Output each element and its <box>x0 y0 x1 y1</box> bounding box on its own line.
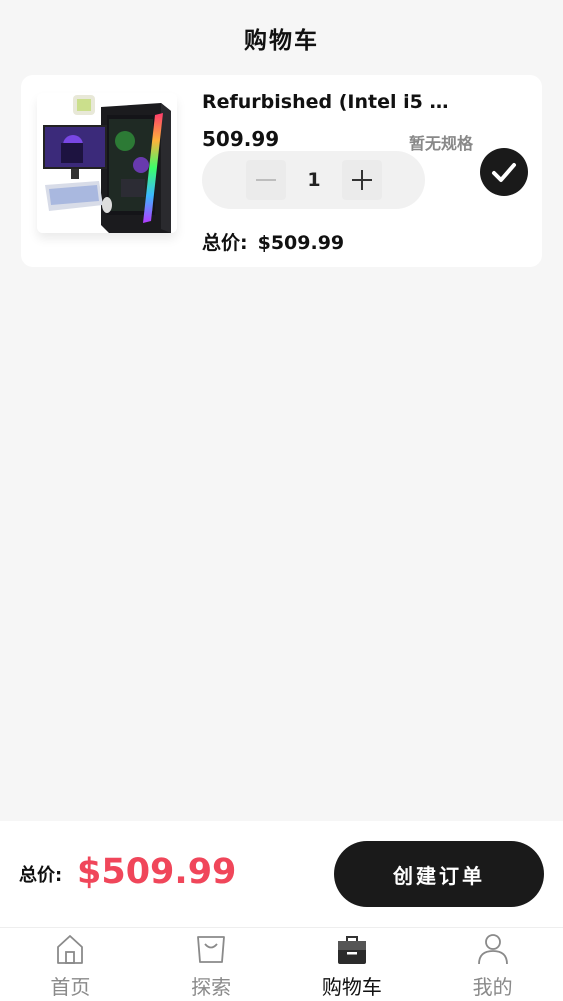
cart-total-label: 总价: <box>19 865 63 886</box>
decrease-quantity-button[interactable] <box>246 160 286 200</box>
product-image[interactable] <box>37 93 177 233</box>
tab-cart-label: 购物车 <box>321 975 382 999</box>
tab-cart[interactable]: 购物车 <box>282 928 423 1001</box>
tab-explore[interactable]: 探索 <box>141 928 282 1001</box>
cart-total-value: $509.99 <box>77 852 237 892</box>
checkmark-icon <box>492 163 516 182</box>
product-title[interactable]: Refurbished (Intel i5 2... <box>202 91 452 113</box>
cart-bag-icon <box>336 933 368 965</box>
cart-item: Refurbished (Intel i5 2... 509.99 暂无规格 1… <box>21 75 542 267</box>
create-order-button[interactable]: 创建订单 <box>334 841 544 907</box>
item-subtotal-value: $509.99 <box>257 232 345 254</box>
page-header: 购物车 <box>0 0 563 75</box>
minus-icon <box>256 179 276 181</box>
tab-explore-label: 探索 <box>191 975 232 999</box>
plus-icon <box>352 170 372 190</box>
bottom-tab-bar: 首页 探索 购物车 我的 <box>0 927 563 1001</box>
quantity-value[interactable]: 1 <box>292 160 336 200</box>
product-price: 509.99 <box>202 127 280 151</box>
quantity-stepper: 1 <box>202 151 425 209</box>
tab-home-label: 首页 <box>50 975 91 999</box>
tab-profile[interactable]: 我的 <box>422 928 563 1001</box>
home-icon <box>54 933 86 965</box>
gaming-pc-image <box>37 93 177 233</box>
user-icon <box>477 933 509 965</box>
checkout-bar: 总价: $509.99 创建订单 <box>0 821 563 927</box>
tab-profile-label: 我的 <box>472 975 513 999</box>
tab-home[interactable]: 首页 <box>0 928 141 1001</box>
page-title: 购物车 <box>244 27 319 54</box>
shopping-bag-icon <box>195 933 227 965</box>
item-subtotal-label: 总价: <box>202 232 248 254</box>
product-spec: 暂无规格 <box>409 134 474 153</box>
select-item-checkbox[interactable] <box>480 148 528 196</box>
item-subtotal: 总价: $509.99 <box>202 228 344 255</box>
increase-quantity-button[interactable] <box>342 160 382 200</box>
